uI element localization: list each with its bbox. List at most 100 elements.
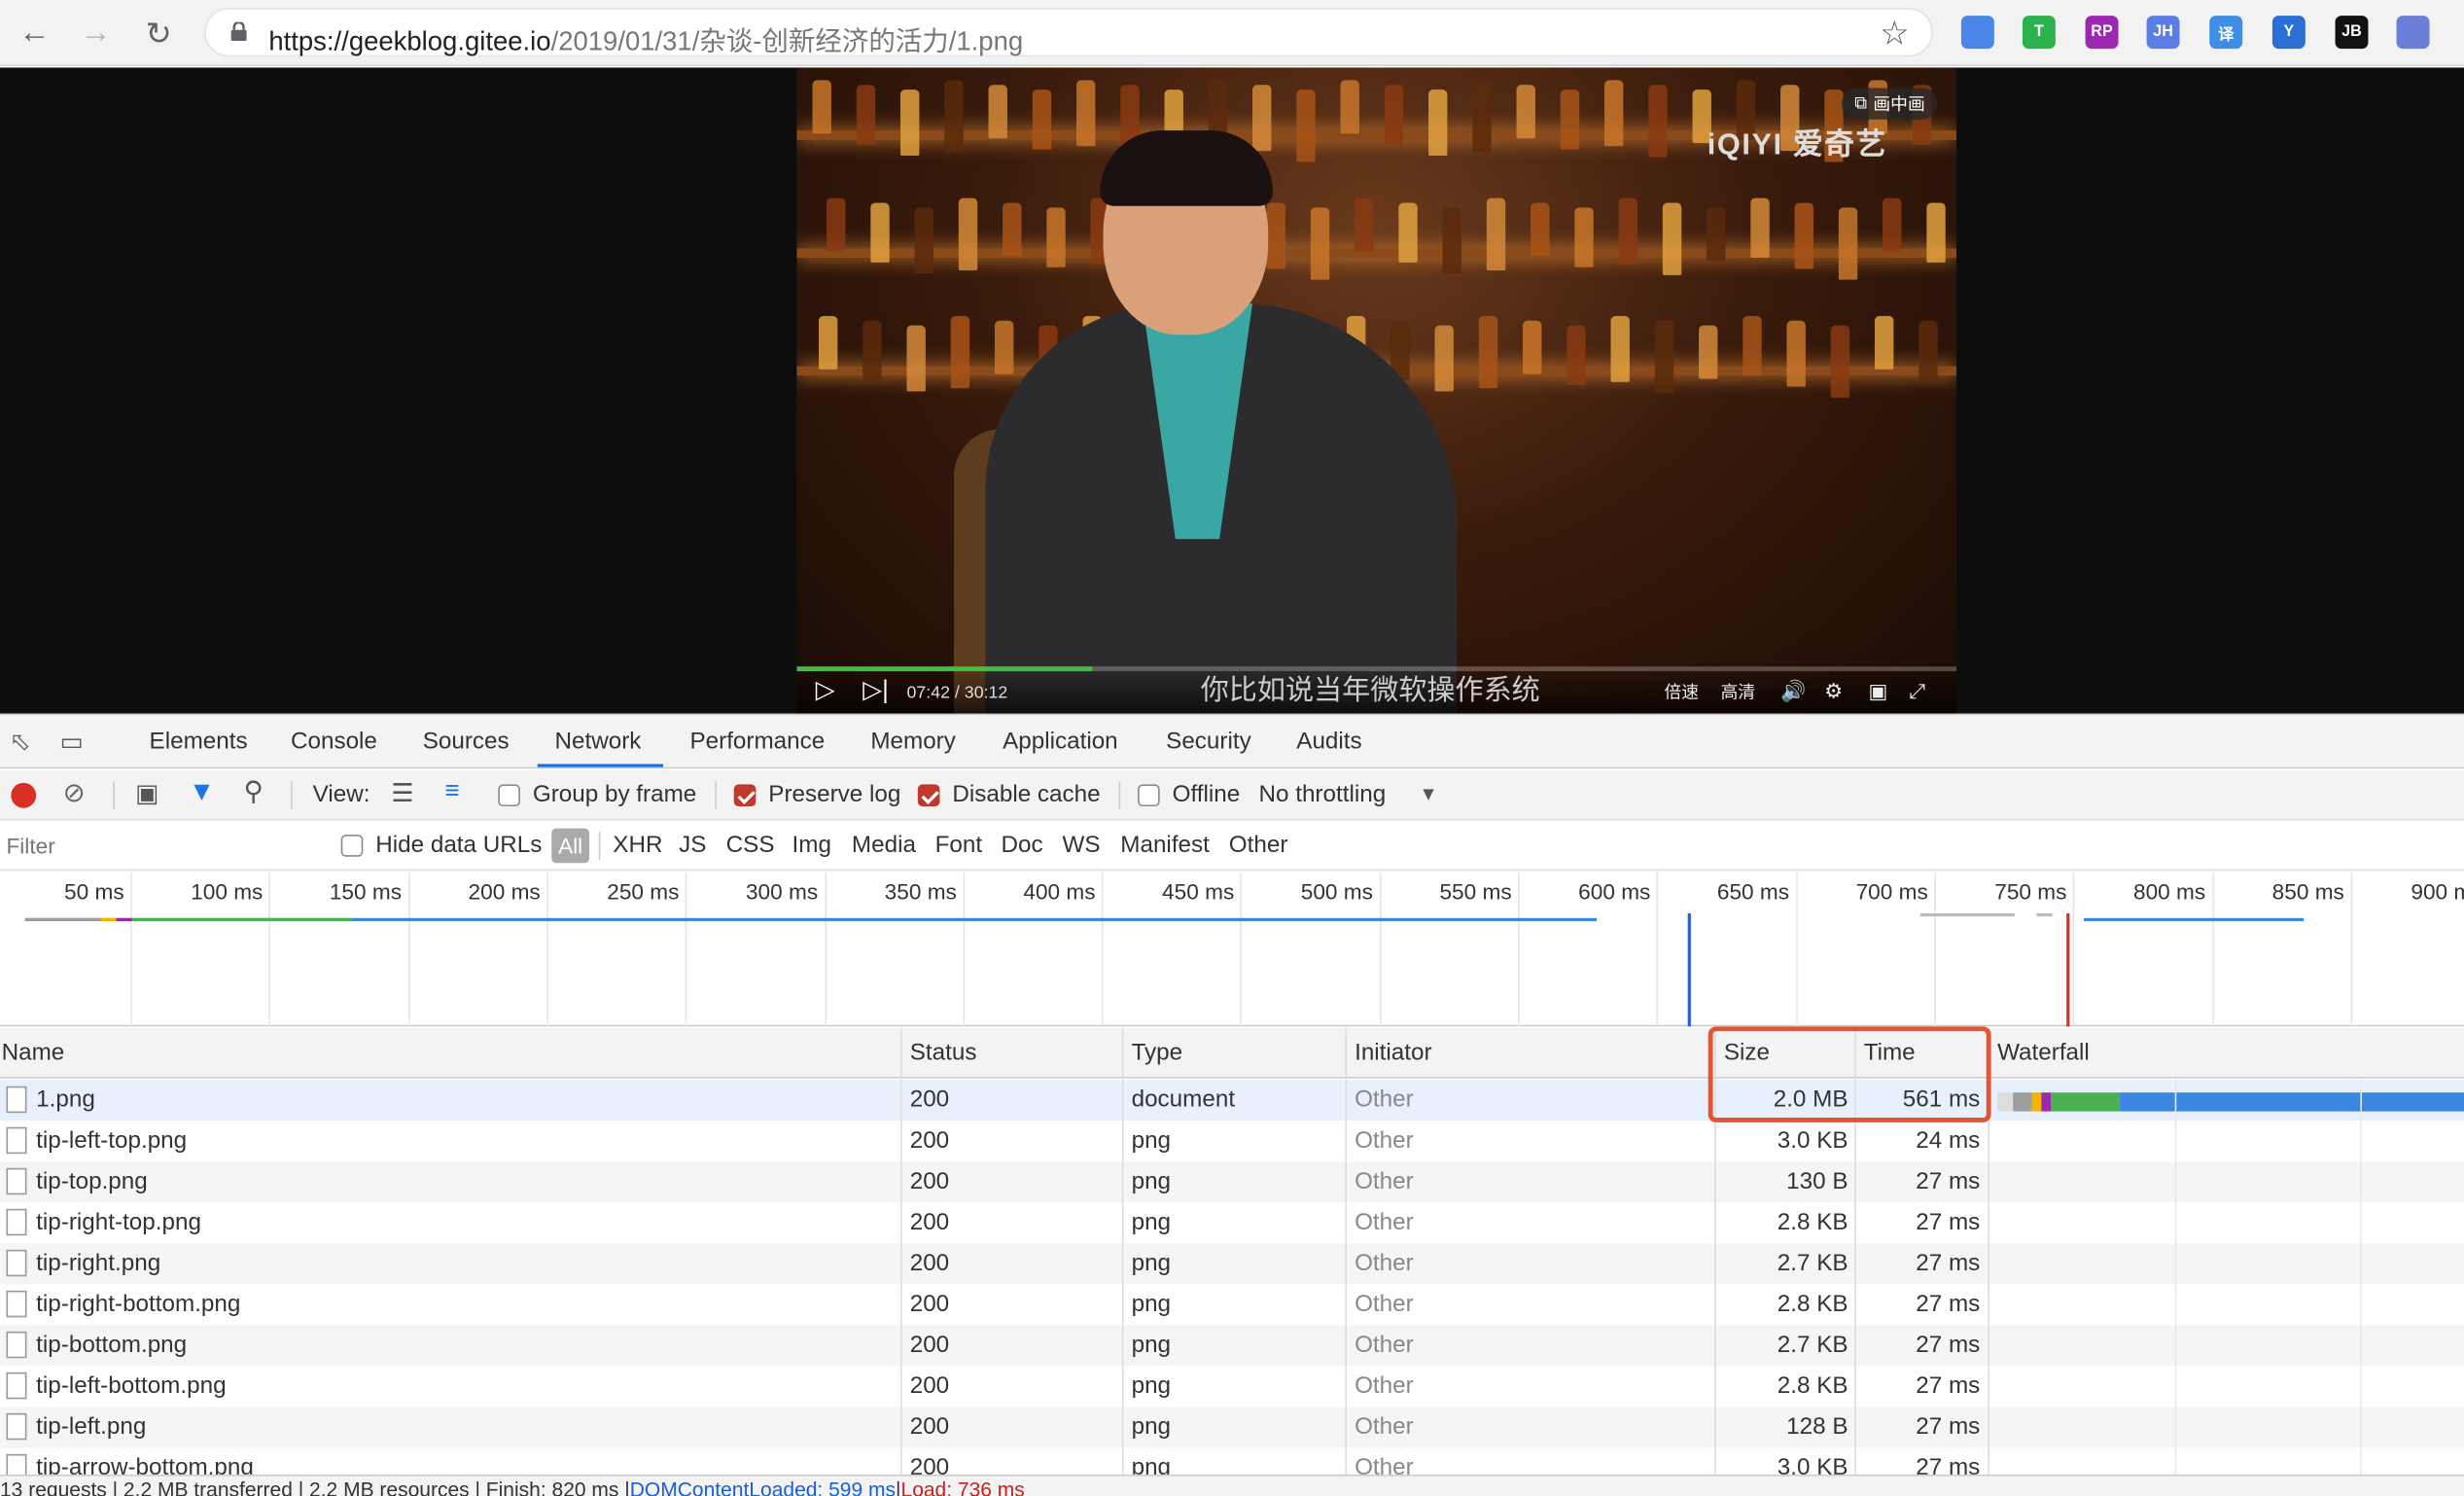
extension-icon[interactable]: Y: [2271, 16, 2306, 50]
table-row[interactable]: tip-right-bottom.png 200 png Other 2.8 KB 27 …: [0, 1284, 2464, 1325]
extension-icon[interactable]: 译: [2209, 16, 2243, 50]
bottle: [1707, 207, 1726, 262]
bookmark-star-icon[interactable]: ☆: [1880, 15, 1909, 53]
extension-icon[interactable]: [1960, 16, 1994, 50]
table-row[interactable]: tip-bottom.png 200 png Other 2.7 KB 27 ms: [0, 1325, 2464, 1367]
cell-name[interactable]: tip-left-top.png: [36, 1127, 187, 1154]
current-time: 07:42: [906, 684, 950, 703]
waterfall-bar: [2051, 1092, 2121, 1112]
cell-name[interactable]: tip-bottom.png: [36, 1332, 187, 1358]
record-icon[interactable]: [11, 782, 37, 808]
next-icon[interactable]: ▷|: [862, 674, 889, 705]
extension-icon[interactable]: RP: [2085, 16, 2119, 50]
filter-type-css[interactable]: CSS: [726, 832, 775, 858]
group-by-frame-checkbox[interactable]: [498, 784, 520, 807]
play-icon[interactable]: ▷: [816, 674, 835, 705]
filter-type-img[interactable]: Img: [792, 832, 831, 858]
video-player[interactable]: ⧉ 画中画 iQIYI 爱奇艺 ▷ ▷| 07:42 / 30:12 你比如说当年…: [796, 67, 1957, 714]
cell-name[interactable]: tip-right-bottom.png: [36, 1291, 240, 1317]
forward-icon[interactable]: →: [76, 13, 117, 53]
extension-icon[interactable]: T: [2022, 16, 2056, 50]
tab-elements[interactable]: Elements: [150, 728, 248, 754]
filter-input[interactable]: [0, 827, 315, 865]
quality-button[interactable]: 高清: [1721, 679, 1756, 704]
large-rows-icon[interactable]: ☰: [391, 778, 413, 809]
theater-icon[interactable]: ▣: [1869, 679, 1888, 704]
filter-type-font[interactable]: Font: [935, 832, 983, 858]
tab-network[interactable]: Network: [554, 728, 641, 754]
settings-icon[interactable]: ⚙: [1824, 679, 1843, 704]
device-toolbar-icon[interactable]: ▭: [59, 727, 90, 758]
tab-performance[interactable]: Performance: [689, 728, 825, 754]
filter-type-media[interactable]: Media: [852, 832, 916, 858]
table-row[interactable]: 1.png 200 document Other 2.0 MB 561 ms: [0, 1080, 2464, 1122]
preserve-log-checkbox[interactable]: [733, 784, 757, 807]
pip-button[interactable]: ⧉ 画中画: [1842, 88, 1938, 120]
cell-name[interactable]: tip-right.png: [36, 1250, 160, 1276]
clear-icon[interactable]: ⊘: [63, 778, 86, 809]
tab-console[interactable]: Console: [291, 728, 377, 754]
table-row[interactable]: tip-right-top.png 200 png Other 2.8 KB 27 ms: [0, 1202, 2464, 1243]
cell-type: png: [1131, 1331, 1172, 1359]
timeline-overview[interactable]: 50 ms 100 ms 150 ms 200 ms 250 ms 300 ms 350 m…: [0, 872, 2464, 1027]
fullscreen-icon[interactable]: ⤢: [1910, 679, 1926, 704]
col-type[interactable]: Type: [1132, 1039, 1183, 1065]
column-divider[interactable]: [1345, 1027, 1347, 1484]
table-row[interactable]: tip-right.png 200 png Other 2.7 KB 27 ms: [0, 1243, 2464, 1285]
cell-name[interactable]: tip-right-top.png: [36, 1209, 201, 1235]
col-waterfall[interactable]: Waterfall: [1997, 1039, 2090, 1065]
col-initiator[interactable]: Initiator: [1355, 1039, 1432, 1065]
hide-data-urls-checkbox[interactable]: [340, 835, 364, 857]
filter-type-doc[interactable]: Doc: [1001, 832, 1042, 858]
tab-memory[interactable]: Memory: [870, 728, 956, 754]
filter-icon[interactable]: ▼: [189, 776, 215, 807]
filter-type-ws[interactable]: WS: [1062, 832, 1100, 858]
cell-initiator: Other: [1355, 1208, 1414, 1236]
cell-name[interactable]: 1.png: [36, 1086, 95, 1113]
summary-text: 13 requests | 2.2 MB transferred | 2.2 M…: [0, 1478, 630, 1496]
filter-type-manifest[interactable]: Manifest: [1120, 832, 1210, 858]
tab-application[interactable]: Application: [1003, 728, 1118, 754]
offline-checkbox[interactable]: [1138, 784, 1160, 807]
extension-icon[interactable]: JB: [2335, 16, 2369, 50]
throttling-select[interactable]: No throttling: [1258, 781, 1386, 807]
cell-name[interactable]: tip-left.png: [36, 1413, 146, 1440]
extension-icon[interactable]: JH: [2146, 16, 2180, 50]
waterfall-gridline: [2174, 1078, 2177, 1484]
tab-security[interactable]: Security: [1166, 728, 1251, 754]
inspect-element-icon[interactable]: ⬁: [10, 727, 41, 758]
cell-initiator: Other: [1355, 1126, 1414, 1155]
cell-name[interactable]: tip-top.png: [36, 1168, 148, 1194]
bottle: [1699, 325, 1718, 379]
filter-type-other[interactable]: Other: [1229, 832, 1288, 858]
tab-audits[interactable]: Audits: [1296, 728, 1361, 754]
table-row[interactable]: tip-left.png 200 png Other 128 B 27 ms: [0, 1407, 2464, 1448]
disable-cache-checkbox[interactable]: [917, 784, 940, 807]
search-icon[interactable]: ⚲: [243, 776, 263, 807]
back-icon[interactable]: ←: [15, 13, 55, 53]
screenshot-icon[interactable]: ▣: [135, 778, 158, 809]
tab-sources[interactable]: Sources: [423, 728, 510, 754]
filter-type-all[interactable]: All: [551, 828, 590, 864]
reload-icon[interactable]: ↻: [138, 13, 179, 53]
volume-icon[interactable]: 🔊: [1780, 679, 1806, 704]
speed-button[interactable]: 倍速: [1664, 679, 1699, 704]
chevron-down-icon[interactable]: ▼: [1419, 783, 1437, 805]
cell-size: 2.8 KB: [1777, 1371, 1848, 1400]
filter-type-xhr[interactable]: XHR: [613, 832, 662, 858]
waterfall-view-icon[interactable]: ≡: [444, 778, 459, 806]
table-row[interactable]: tip-left-top.png 200 png Other 3.0 KB 24 ms: [0, 1121, 2464, 1161]
column-divider[interactable]: [900, 1027, 902, 1484]
col-name[interactable]: Name: [2, 1039, 65, 1065]
address-bar[interactable]: https://geekblog.gitee.io/2019/01/31/杂谈-…: [204, 8, 1933, 56]
cell-size: 130 B: [1786, 1167, 1848, 1195]
table-row[interactable]: tip-top.png 200 png Other 130 B 27 ms: [0, 1161, 2464, 1203]
cell-type: png: [1131, 1290, 1172, 1318]
column-divider[interactable]: [1121, 1027, 1124, 1484]
filter-type-js[interactable]: JS: [679, 832, 706, 858]
cell-size: 3.0 KB: [1777, 1126, 1848, 1155]
extension-icon[interactable]: [2396, 16, 2430, 50]
table-row[interactable]: tip-left-bottom.png 200 png Other 2.8 KB 27 m…: [0, 1366, 2464, 1407]
cell-name[interactable]: tip-left-bottom.png: [36, 1372, 226, 1399]
col-status[interactable]: Status: [910, 1039, 977, 1065]
